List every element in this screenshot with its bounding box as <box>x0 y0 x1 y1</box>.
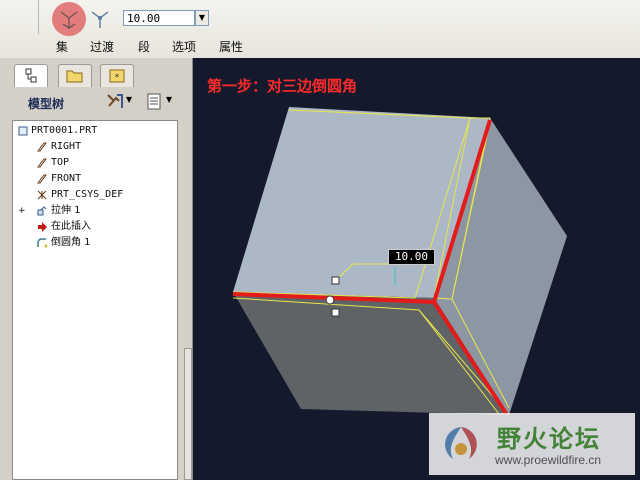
tab-folder-browser[interactable] <box>58 64 92 87</box>
model-tree-title: 模型树 <box>28 97 65 111</box>
show-dropdown-icon[interactable]: ▼ <box>166 95 172 104</box>
settings-tools-icon[interactable] <box>104 92 126 112</box>
radius-input[interactable]: 10.00 <box>123 10 195 26</box>
radius-dropdown-button[interactable]: ▼ <box>195 10 209 26</box>
tree-item-top[interactable]: TOP <box>13 155 173 171</box>
watermark-url: www.proewildfire.cn <box>495 453 602 467</box>
navigator-panel: * 模型树 ▼ ▼ PRT0001.PRT RIGHT TOP FRONT PR… <box>0 58 193 480</box>
extrude-icon <box>37 206 47 216</box>
model-tree-header: 模型树 ▼ ▼ <box>0 88 192 116</box>
tab-segment[interactable]: 段 <box>138 38 150 55</box>
model-tree-icon <box>25 68 37 83</box>
watermark-logo-icon <box>445 427 477 459</box>
tree-item-round[interactable]: 倒圆角 1 <box>13 235 173 251</box>
svg-text:*: * <box>115 73 120 83</box>
set-mode-icon <box>60 11 78 29</box>
watermark: 野火论坛 www.proewildfire.cn <box>429 413 635 475</box>
tree-item-extrude[interactable]: + 拉伸 1 <box>13 203 173 219</box>
panel-sash-handle[interactable] <box>184 348 192 480</box>
dashboard-separator <box>38 0 39 34</box>
tree-item-right[interactable]: RIGHT <box>13 139 173 155</box>
tab-properties[interactable]: 属性 <box>219 38 243 55</box>
settings-dropdown-icon[interactable]: ▼ <box>126 95 132 104</box>
csys-icon <box>37 190 47 200</box>
tab-model-tree[interactable] <box>14 64 48 87</box>
drag-handle-top <box>331 276 340 285</box>
expand-icon[interactable]: + <box>18 203 26 219</box>
insert-arrow-icon <box>38 222 47 232</box>
round-dashboard: 10.00 ▼ 集 过渡 段 选项 属性 <box>0 0 640 59</box>
tab-favorites[interactable]: * <box>100 64 134 87</box>
drag-handle-bottom <box>331 308 340 317</box>
watermark-name: 野火论坛 <box>497 425 601 453</box>
tab-options[interactable]: 选项 <box>172 38 196 55</box>
step-caption: 第一步：对三边倒圆角 <box>207 77 358 95</box>
graphics-viewport[interactable]: 第一步：对三边倒圆角 10.00 野火论坛 www.proewildfire.c… <box>193 58 640 480</box>
datum-plane-icon <box>37 174 47 184</box>
datum-plane-icon <box>37 158 47 168</box>
tree-item-front[interactable]: FRONT <box>13 171 173 187</box>
radius-dimension-label[interactable]: 10.00 <box>388 249 435 265</box>
tab-transition[interactable]: 过渡 <box>90 38 114 55</box>
tree-item-insert-here[interactable]: 在此插入 <box>13 219 173 235</box>
transition-mode-icon[interactable] <box>88 6 112 30</box>
radius-anchor-handle <box>325 295 335 305</box>
part-icon <box>18 126 28 136</box>
folder-icon <box>66 70 83 83</box>
model-tree: PRT0001.PRT RIGHT TOP FRONT PRT_CSYS_DEF… <box>12 120 178 480</box>
tree-item-part[interactable]: PRT0001.PRT <box>13 123 173 139</box>
tree-item-csys[interactable]: PRT_CSYS_DEF <box>13 187 173 203</box>
round-icon <box>37 238 47 248</box>
datum-plane-icon <box>37 142 47 152</box>
show-menu-icon[interactable] <box>145 92 163 112</box>
set-mode-button[interactable] <box>52 2 86 36</box>
favorites-icon: * <box>109 69 125 83</box>
tab-set[interactable]: 集 <box>56 38 68 55</box>
